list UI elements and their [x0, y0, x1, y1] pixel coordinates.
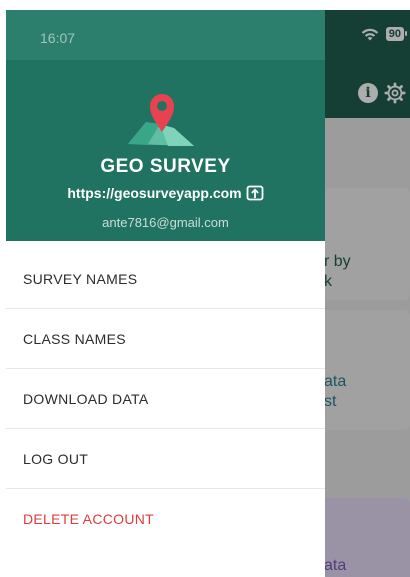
menu-item-class-names[interactable]: CLASS NAMES: [6, 309, 325, 369]
menu-item-survey-names[interactable]: SURVEY NAMES: [6, 249, 325, 309]
menu-item-delete-account[interactable]: DELETE ACCOUNT: [6, 489, 325, 548]
open-link-icon[interactable]: [246, 184, 264, 202]
app-name: GEO SURVEY: [100, 156, 231, 177]
navigation-drawer: 16:07 GEO SURVEY https://geosurveyapp.co…: [6, 10, 325, 577]
app-url[interactable]: https://geosurveyapp.com: [67, 185, 241, 201]
menu-item-log-out[interactable]: LOG OUT: [6, 429, 325, 489]
menu-item-download-data[interactable]: DOWNLOAD DATA: [6, 369, 325, 429]
user-email: ante7816@gmail.com: [102, 215, 229, 230]
drawer-menu: SURVEY NAMES CLASS NAMES DOWNLOAD DATA L…: [6, 249, 325, 548]
map-pin-logo-icon: [128, 94, 194, 146]
app-url-link[interactable]: https://geosurveyapp.com: [6, 184, 325, 202]
status-time: 16:07: [40, 30, 76, 46]
drawer-header: 16:07 GEO SURVEY https://geosurveyapp.co…: [6, 10, 325, 241]
